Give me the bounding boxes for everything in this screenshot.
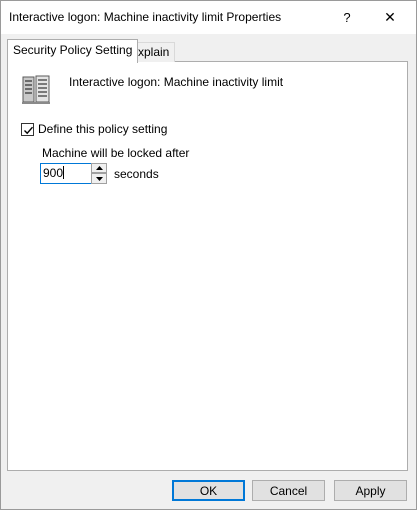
inactivity-label: Machine will be locked after <box>42 146 190 160</box>
policy-name: Interactive logon: Machine inactivity li… <box>69 75 284 89</box>
ok-button[interactable]: OK <box>172 480 245 501</box>
inactivity-seconds-input[interactable]: 900 <box>40 163 94 184</box>
title-bar: Interactive logon: Machine inactivity li… <box>1 1 416 34</box>
tab-security-policy-setting[interactable]: Security Policy Setting <box>7 39 139 63</box>
close-button[interactable]: ✕ <box>371 1 409 34</box>
inactivity-seconds-value: 900 <box>43 166 64 180</box>
properties-dialog: Interactive logon: Machine inactivity li… <box>0 0 417 510</box>
cancel-button[interactable]: Cancel <box>252 480 325 501</box>
tab-panel: Interactive logon: Machine inactivity li… <box>7 61 408 471</box>
checkmark-icon <box>24 126 34 135</box>
apply-button[interactable]: Apply <box>334 480 407 501</box>
close-icon: ✕ <box>384 9 396 25</box>
help-icon: ? <box>343 10 351 25</box>
inactivity-spinner <box>91 163 107 184</box>
chevron-down-icon <box>95 176 103 181</box>
chevron-up-icon <box>95 166 103 170</box>
define-policy-label[interactable]: Define this policy setting <box>38 122 167 136</box>
spin-up-button[interactable] <box>91 163 107 173</box>
server-computer-icon <box>20 74 52 106</box>
help-button[interactable]: ? <box>328 1 366 34</box>
spin-down-button[interactable] <box>91 173 107 184</box>
text-caret <box>63 166 65 179</box>
seconds-unit-label: seconds <box>114 167 159 181</box>
define-policy-checkbox[interactable] <box>21 123 34 136</box>
window-title: Interactive logon: Machine inactivity li… <box>9 10 282 24</box>
